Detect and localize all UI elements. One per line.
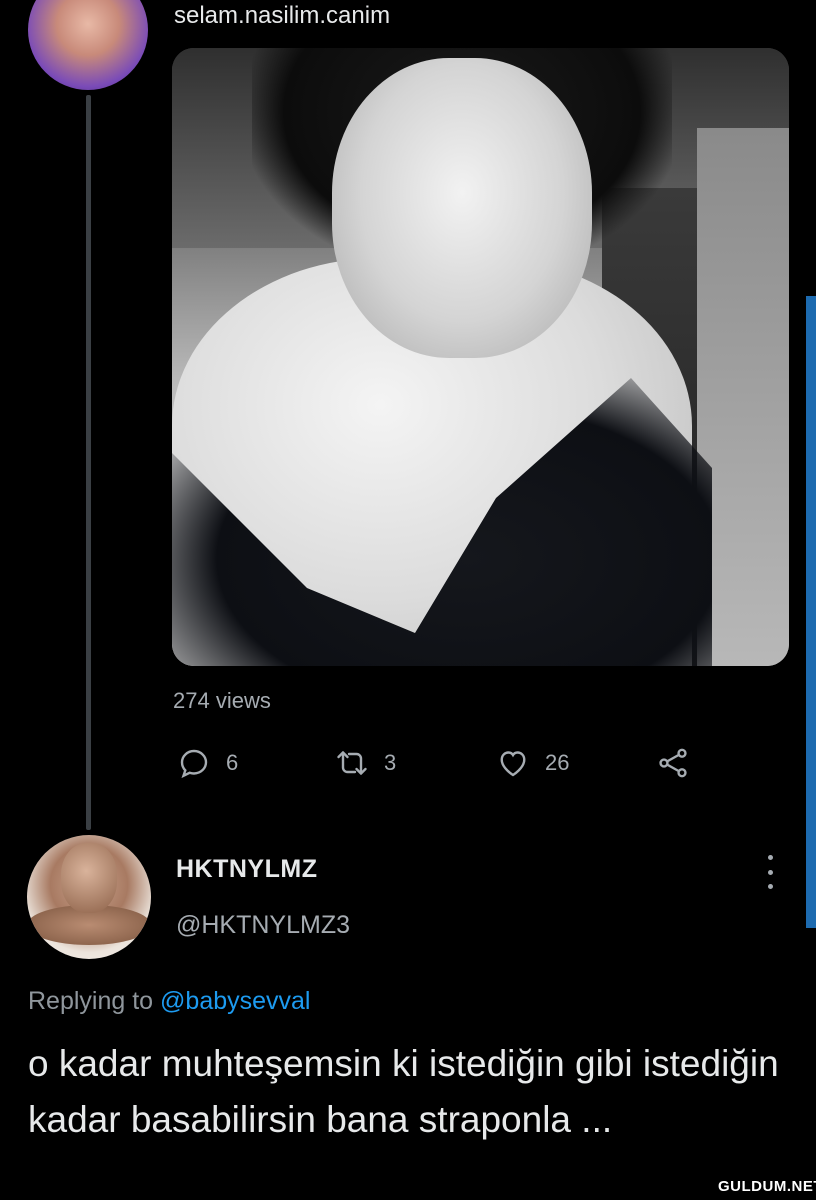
more-options-icon[interactable]	[758, 855, 782, 889]
watermark: GULDUM.NET	[718, 1178, 816, 1195]
view-count: 274 views	[173, 688, 271, 713]
heart-icon	[500, 751, 526, 777]
replier-display-name[interactable]: HKTNYLMZ	[176, 855, 317, 884]
retweet-icon	[337, 751, 367, 775]
share-icon	[659, 748, 687, 778]
retweet-button[interactable]: 3	[334, 745, 396, 781]
reply-text: o kadar muhteşemsin ki istediğin gibi is…	[28, 1043, 779, 1140]
replier-avatar[interactable]	[27, 835, 151, 959]
like-count: 26	[545, 750, 570, 775]
author-avatar[interactable]	[28, 0, 148, 90]
reply-button[interactable]: 6	[176, 745, 238, 781]
replying-to-mention[interactable]: @babysevval	[160, 987, 310, 1015]
share-button[interactable]	[655, 745, 691, 781]
thread-connector-line	[86, 95, 91, 830]
reply-count: 6	[226, 750, 239, 775]
tweet-caption: selam.nasilim.canim	[174, 2, 391, 29]
tweet-media-video[interactable]	[172, 48, 789, 666]
replier-handle[interactable]: @HKTNYLMZ3	[176, 911, 350, 940]
replying-to-line: Replying to @babysevval	[28, 987, 310, 1016]
reply-icon	[180, 749, 208, 779]
scrollbar[interactable]	[806, 296, 816, 928]
like-button[interactable]: 26	[495, 745, 569, 781]
replying-to-label: Replying to	[28, 987, 154, 1015]
retweet-count: 3	[384, 750, 397, 775]
